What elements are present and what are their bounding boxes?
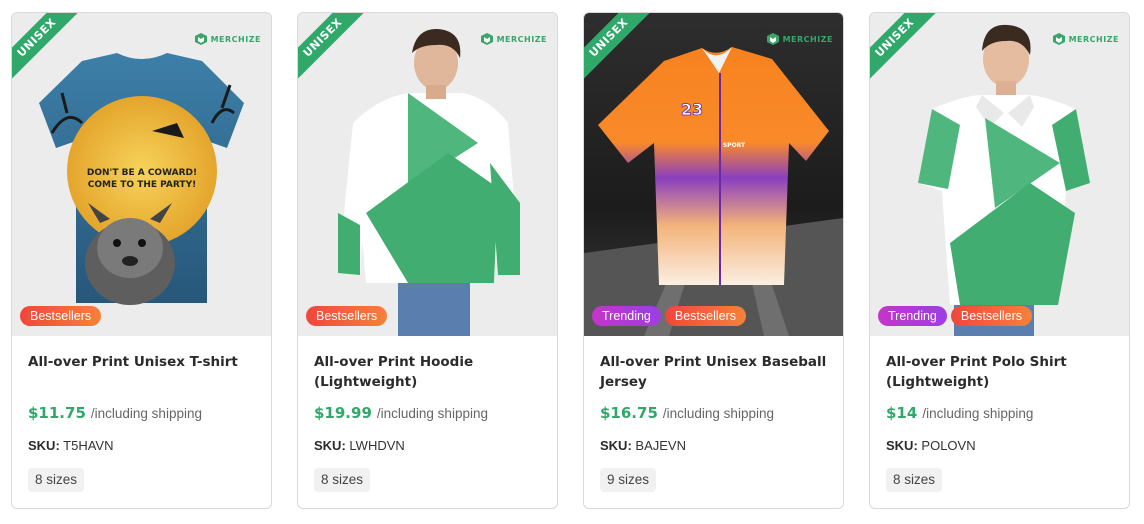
bestsellers-badge: Bestsellers: [20, 306, 102, 326]
product-title[interactable]: All-over Print Unisex Baseball Jersey: [600, 352, 830, 392]
product-price: $19.99: [314, 404, 372, 422]
sku-label: SKU:: [314, 438, 346, 453]
sku-label: SKU:: [886, 438, 918, 453]
product-card[interactable]: UNISEX MERCHIZE Bestsellers All-over Pri…: [297, 12, 558, 509]
brand-logo: MERCHIZE: [766, 33, 833, 45]
badge-list: Bestsellers: [306, 306, 388, 326]
product-image[interactable]: 23 SPORT UNISEX MERCHIZE Trending Bestse…: [584, 13, 843, 336]
product-card[interactable]: DON'T BE A COWARD! COME TO THE PARTY! UN…: [11, 12, 272, 509]
shipping-note: /including shipping: [376, 406, 488, 421]
brand-name: MERCHIZE: [210, 34, 261, 44]
brand-logo: MERCHIZE: [194, 33, 261, 45]
sizes-tag: 8 sizes: [28, 468, 85, 492]
product-card[interactable]: 23 SPORT UNISEX MERCHIZE Trending Bestse…: [583, 12, 844, 509]
shipping-note: /including shipping: [922, 406, 1034, 421]
sku-value: T5HAVN: [63, 438, 114, 453]
sku-value: BAJEVN: [635, 438, 686, 453]
trending-badge: Trending: [878, 306, 947, 326]
jersey-number: 23: [681, 100, 703, 119]
sku-row: SKU: BAJEVN: [600, 438, 686, 453]
brand-logo: MERCHIZE: [480, 33, 547, 45]
product-image[interactable]: DON'T BE A COWARD! COME TO THE PARTY! UN…: [12, 13, 271, 336]
sku-row: SKU: LWHDVN: [314, 438, 405, 453]
sku-value: LWHDVN: [349, 438, 405, 453]
graphic-text-line2: COME TO THE PARTY!: [88, 180, 196, 190]
sku-row: SKU: POLOVN: [886, 438, 976, 453]
tshirt-image: DON'T BE A COWARD! COME TO THE PARTY!: [39, 53, 244, 305]
price-row: $11.75 /including shipping: [28, 404, 202, 422]
sizes-tag: 9 sizes: [600, 468, 657, 492]
product-title[interactable]: All-over Print Polo Shirt (Lightweight): [886, 352, 1116, 392]
product-title[interactable]: All-over Print Unisex T-shirt: [28, 352, 258, 372]
merchize-logo-icon: [480, 33, 494, 45]
product-price: $14: [886, 404, 918, 422]
product-image[interactable]: UNISEX MERCHIZE Bestsellers: [298, 13, 557, 336]
product-title[interactable]: All-over Print Hoodie (Lightweight): [314, 352, 544, 392]
brand-name: MERCHIZE: [782, 34, 833, 44]
badge-list: Bestsellers: [20, 306, 102, 326]
trending-badge: Trending: [592, 306, 661, 326]
product-image[interactable]: UNISEX MERCHIZE Trending Bestsellers: [870, 13, 1129, 336]
merchize-logo-icon: [1052, 33, 1066, 45]
sku-value: POLOVN: [921, 438, 976, 453]
price-row: $14 /including shipping: [886, 404, 1033, 422]
polo-shirt-image: [918, 24, 1090, 336]
bestsellers-badge: Bestsellers: [950, 306, 1033, 326]
badge-list: Trending Bestsellers: [592, 306, 747, 326]
graphic-text-line1: DON'T BE A COWARD!: [87, 168, 197, 178]
bestsellers-badge: Bestsellers: [664, 306, 747, 326]
bestsellers-badge: Bestsellers: [306, 306, 388, 326]
brand-logo: MERCHIZE: [1052, 33, 1119, 45]
product-price: $16.75: [600, 404, 658, 422]
product-grid: DON'T BE A COWARD! COME TO THE PARTY! UN…: [11, 12, 1133, 509]
merchize-logo-icon: [766, 33, 780, 45]
sku-label: SKU:: [28, 438, 60, 453]
merchize-logo-icon: [194, 33, 208, 45]
hoodie-image: [338, 28, 520, 336]
jersey-sub: SPORT: [723, 142, 746, 149]
product-price: $11.75: [28, 404, 86, 422]
sku-row: SKU: T5HAVN: [28, 438, 114, 453]
badge-list: Trending Bestsellers: [878, 306, 1033, 326]
price-row: $19.99 /including shipping: [314, 404, 488, 422]
sku-label: SKU:: [600, 438, 632, 453]
sizes-tag: 8 sizes: [886, 468, 943, 492]
shipping-note: /including shipping: [90, 406, 202, 421]
brand-name: MERCHIZE: [1068, 34, 1119, 44]
sizes-tag: 8 sizes: [314, 468, 371, 492]
baseball-jersey-image: 23 SPORT: [584, 47, 843, 336]
shipping-note: /including shipping: [662, 406, 774, 421]
product-card[interactable]: UNISEX MERCHIZE Trending Bestsellers All…: [869, 12, 1130, 509]
price-row: $16.75 /including shipping: [600, 404, 774, 422]
brand-name: MERCHIZE: [496, 34, 547, 44]
